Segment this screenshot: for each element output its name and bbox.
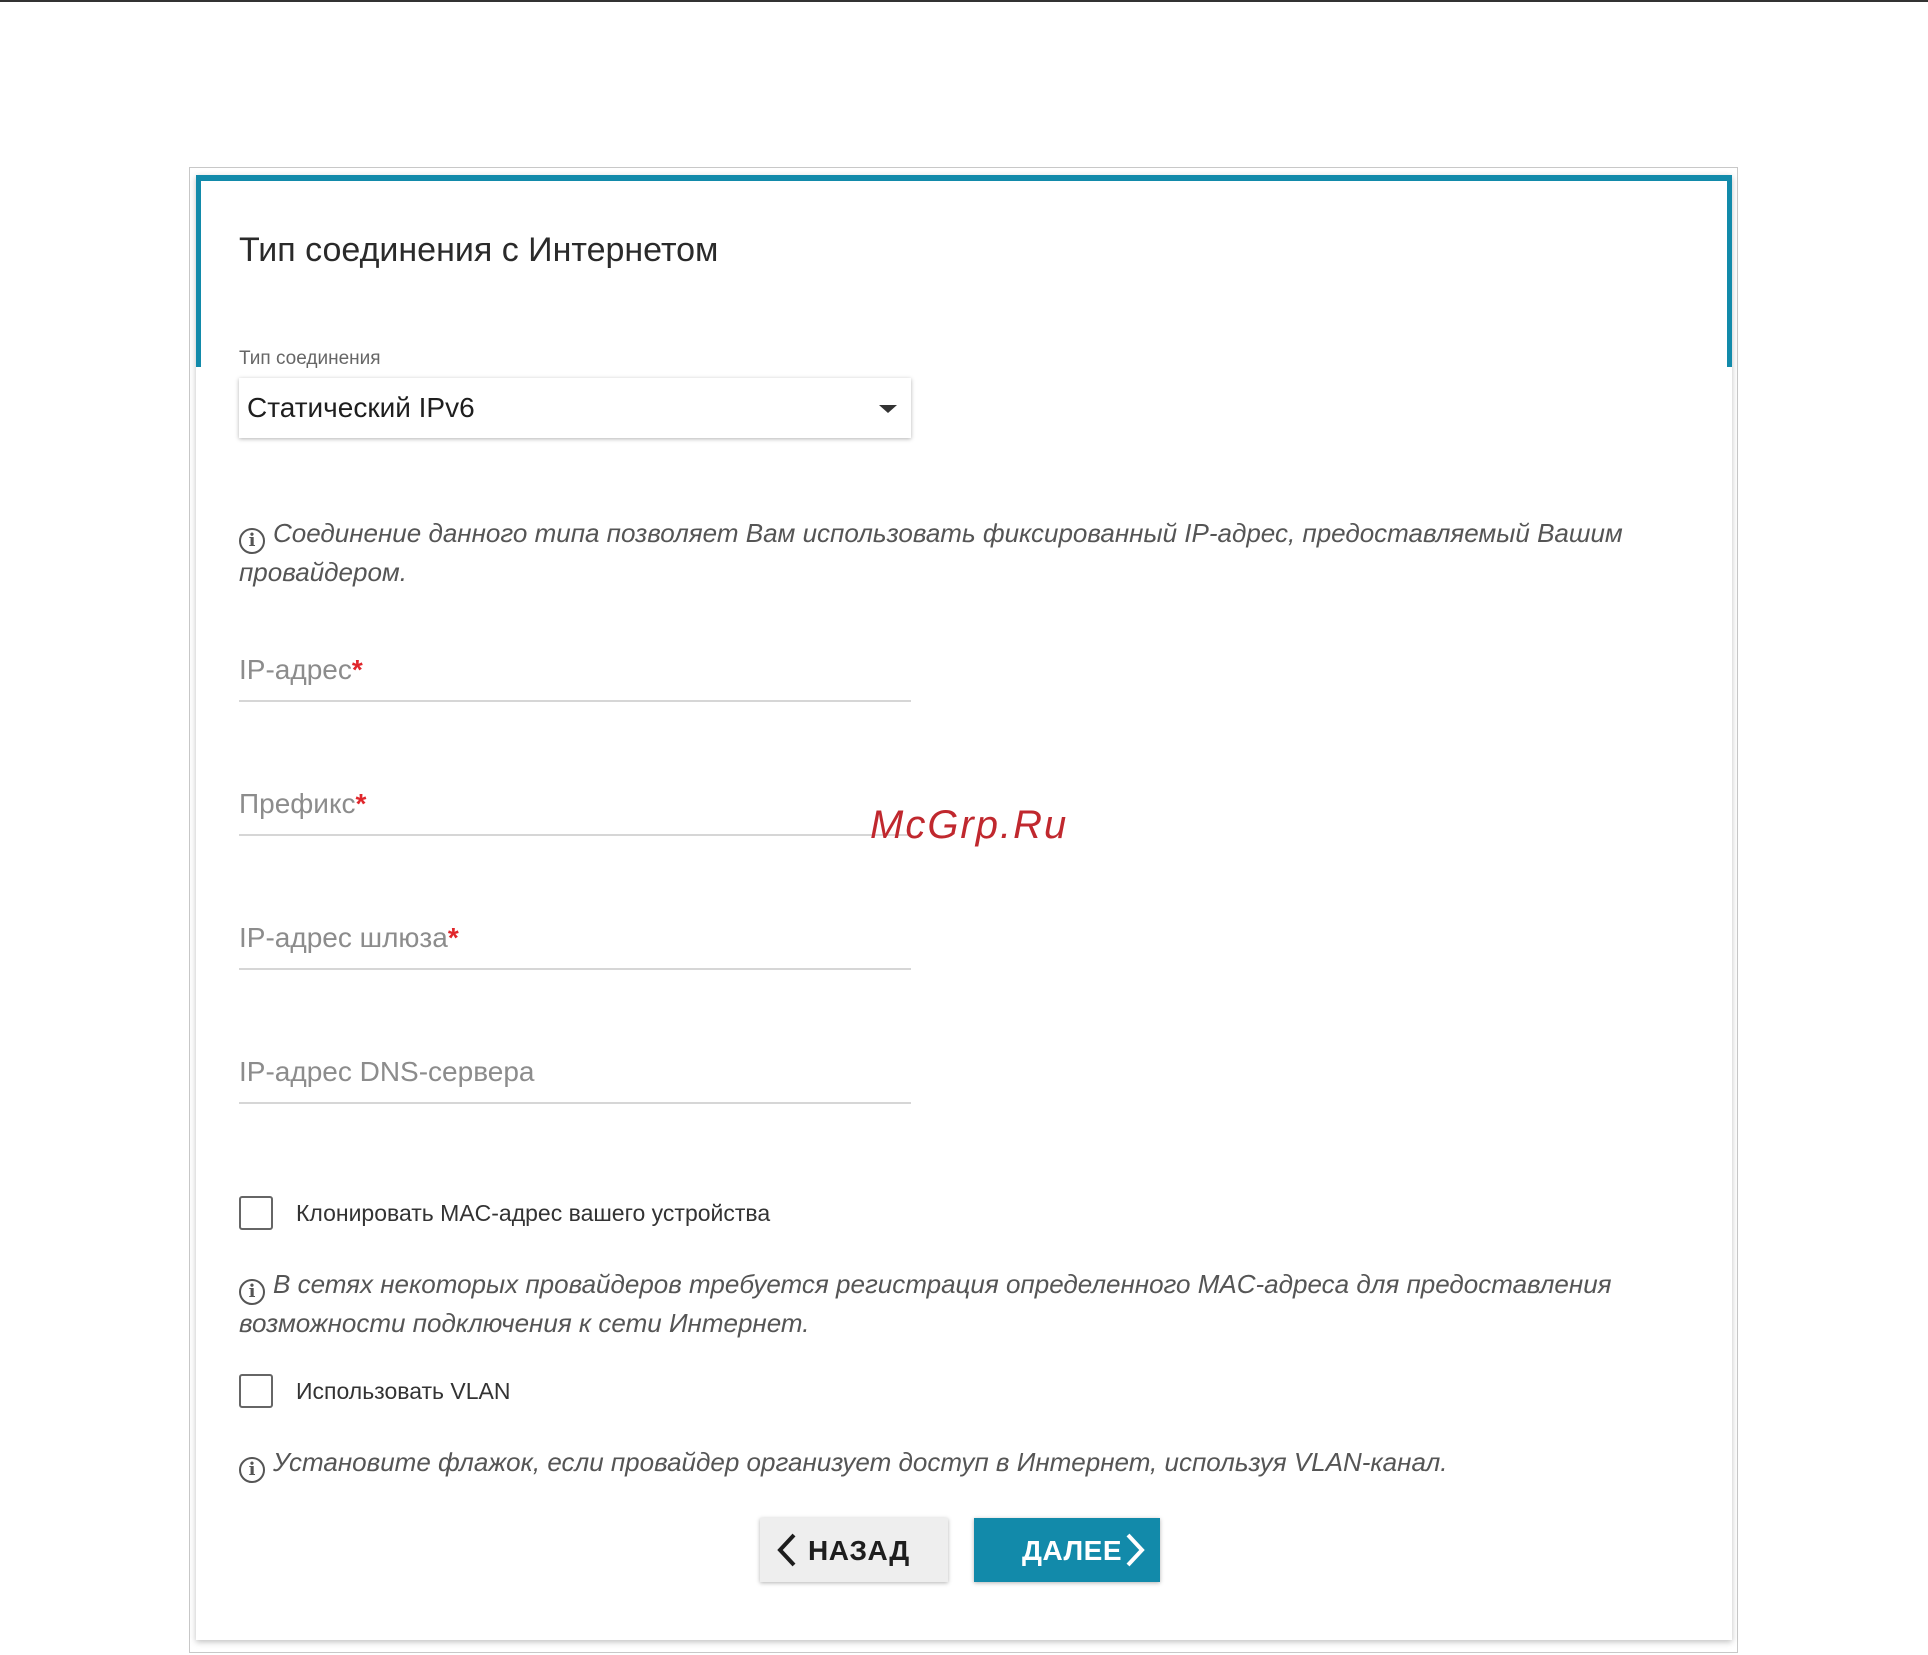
mac-info-text: В сетях некоторых провайдеров требуется …: [239, 1269, 1612, 1338]
next-button[interactable]: ДАЛЕЕ: [974, 1518, 1160, 1582]
back-button[interactable]: НАЗАД: [760, 1518, 948, 1582]
page-title: Тип соединения с Интернетом: [239, 231, 719, 269]
connection-info-text: Соединение данного типа позволяет Вам ис…: [239, 518, 1623, 587]
mac-info: iВ сетях некоторых провайдеров требуется…: [239, 1266, 1639, 1341]
clone-mac-label: Клонировать MAC-адрес вашего устройства: [296, 1200, 771, 1226]
caret-down-icon: [879, 405, 897, 413]
use-vlan-label: Использовать VLAN: [296, 1378, 511, 1404]
clone-mac-checkbox[interactable]: [239, 1196, 273, 1230]
dns-field[interactable]: IP-адрес DNS-сервера: [239, 1044, 911, 1104]
prefix-input[interactable]: [239, 776, 911, 832]
ip-address-input[interactable]: [239, 642, 911, 698]
watermark: McGrp.Ru: [870, 803, 1069, 847]
connection-type-label: Тип соединения: [239, 348, 381, 369]
info-circle-icon: i: [239, 528, 265, 554]
use-vlan-checkbox[interactable]: [239, 1374, 273, 1408]
card-accent-right: [1727, 175, 1732, 367]
connection-type-value: Статический IPv6: [247, 392, 475, 423]
gateway-input[interactable]: [239, 910, 911, 966]
next-button-label: ДАЛЕЕ: [1022, 1535, 1123, 1566]
info-circle-icon: i: [239, 1279, 265, 1305]
gateway-field[interactable]: IP-адрес шлюза*: [239, 910, 911, 970]
card-accent-left: [196, 175, 201, 367]
connection-type-select[interactable]: Статический IPv6: [239, 378, 911, 438]
info-circle-icon: i: [239, 1457, 265, 1483]
vlan-info: i Установите флажок, если провайдер орган…: [239, 1444, 1639, 1483]
ip-address-field[interactable]: IP-адрес*: [239, 642, 911, 702]
back-button-label: НАЗАД: [808, 1535, 910, 1566]
top-rule: [0, 0, 1928, 2]
connection-info: i Соединение данного типа позволяет Вам и…: [239, 515, 1639, 590]
chevron-left-icon: [777, 1533, 796, 1567]
dns-input[interactable]: [239, 1044, 911, 1100]
prefix-field[interactable]: Префикс*: [239, 776, 911, 836]
chevron-right-icon: [1126, 1533, 1145, 1567]
vlan-info-text: Установите флажок, если провайдер органи…: [273, 1447, 1448, 1477]
connection-wizard-card: Тип соединения с Интернетом Тип соединен…: [196, 175, 1732, 1640]
card-accent-bar: [196, 175, 1732, 181]
